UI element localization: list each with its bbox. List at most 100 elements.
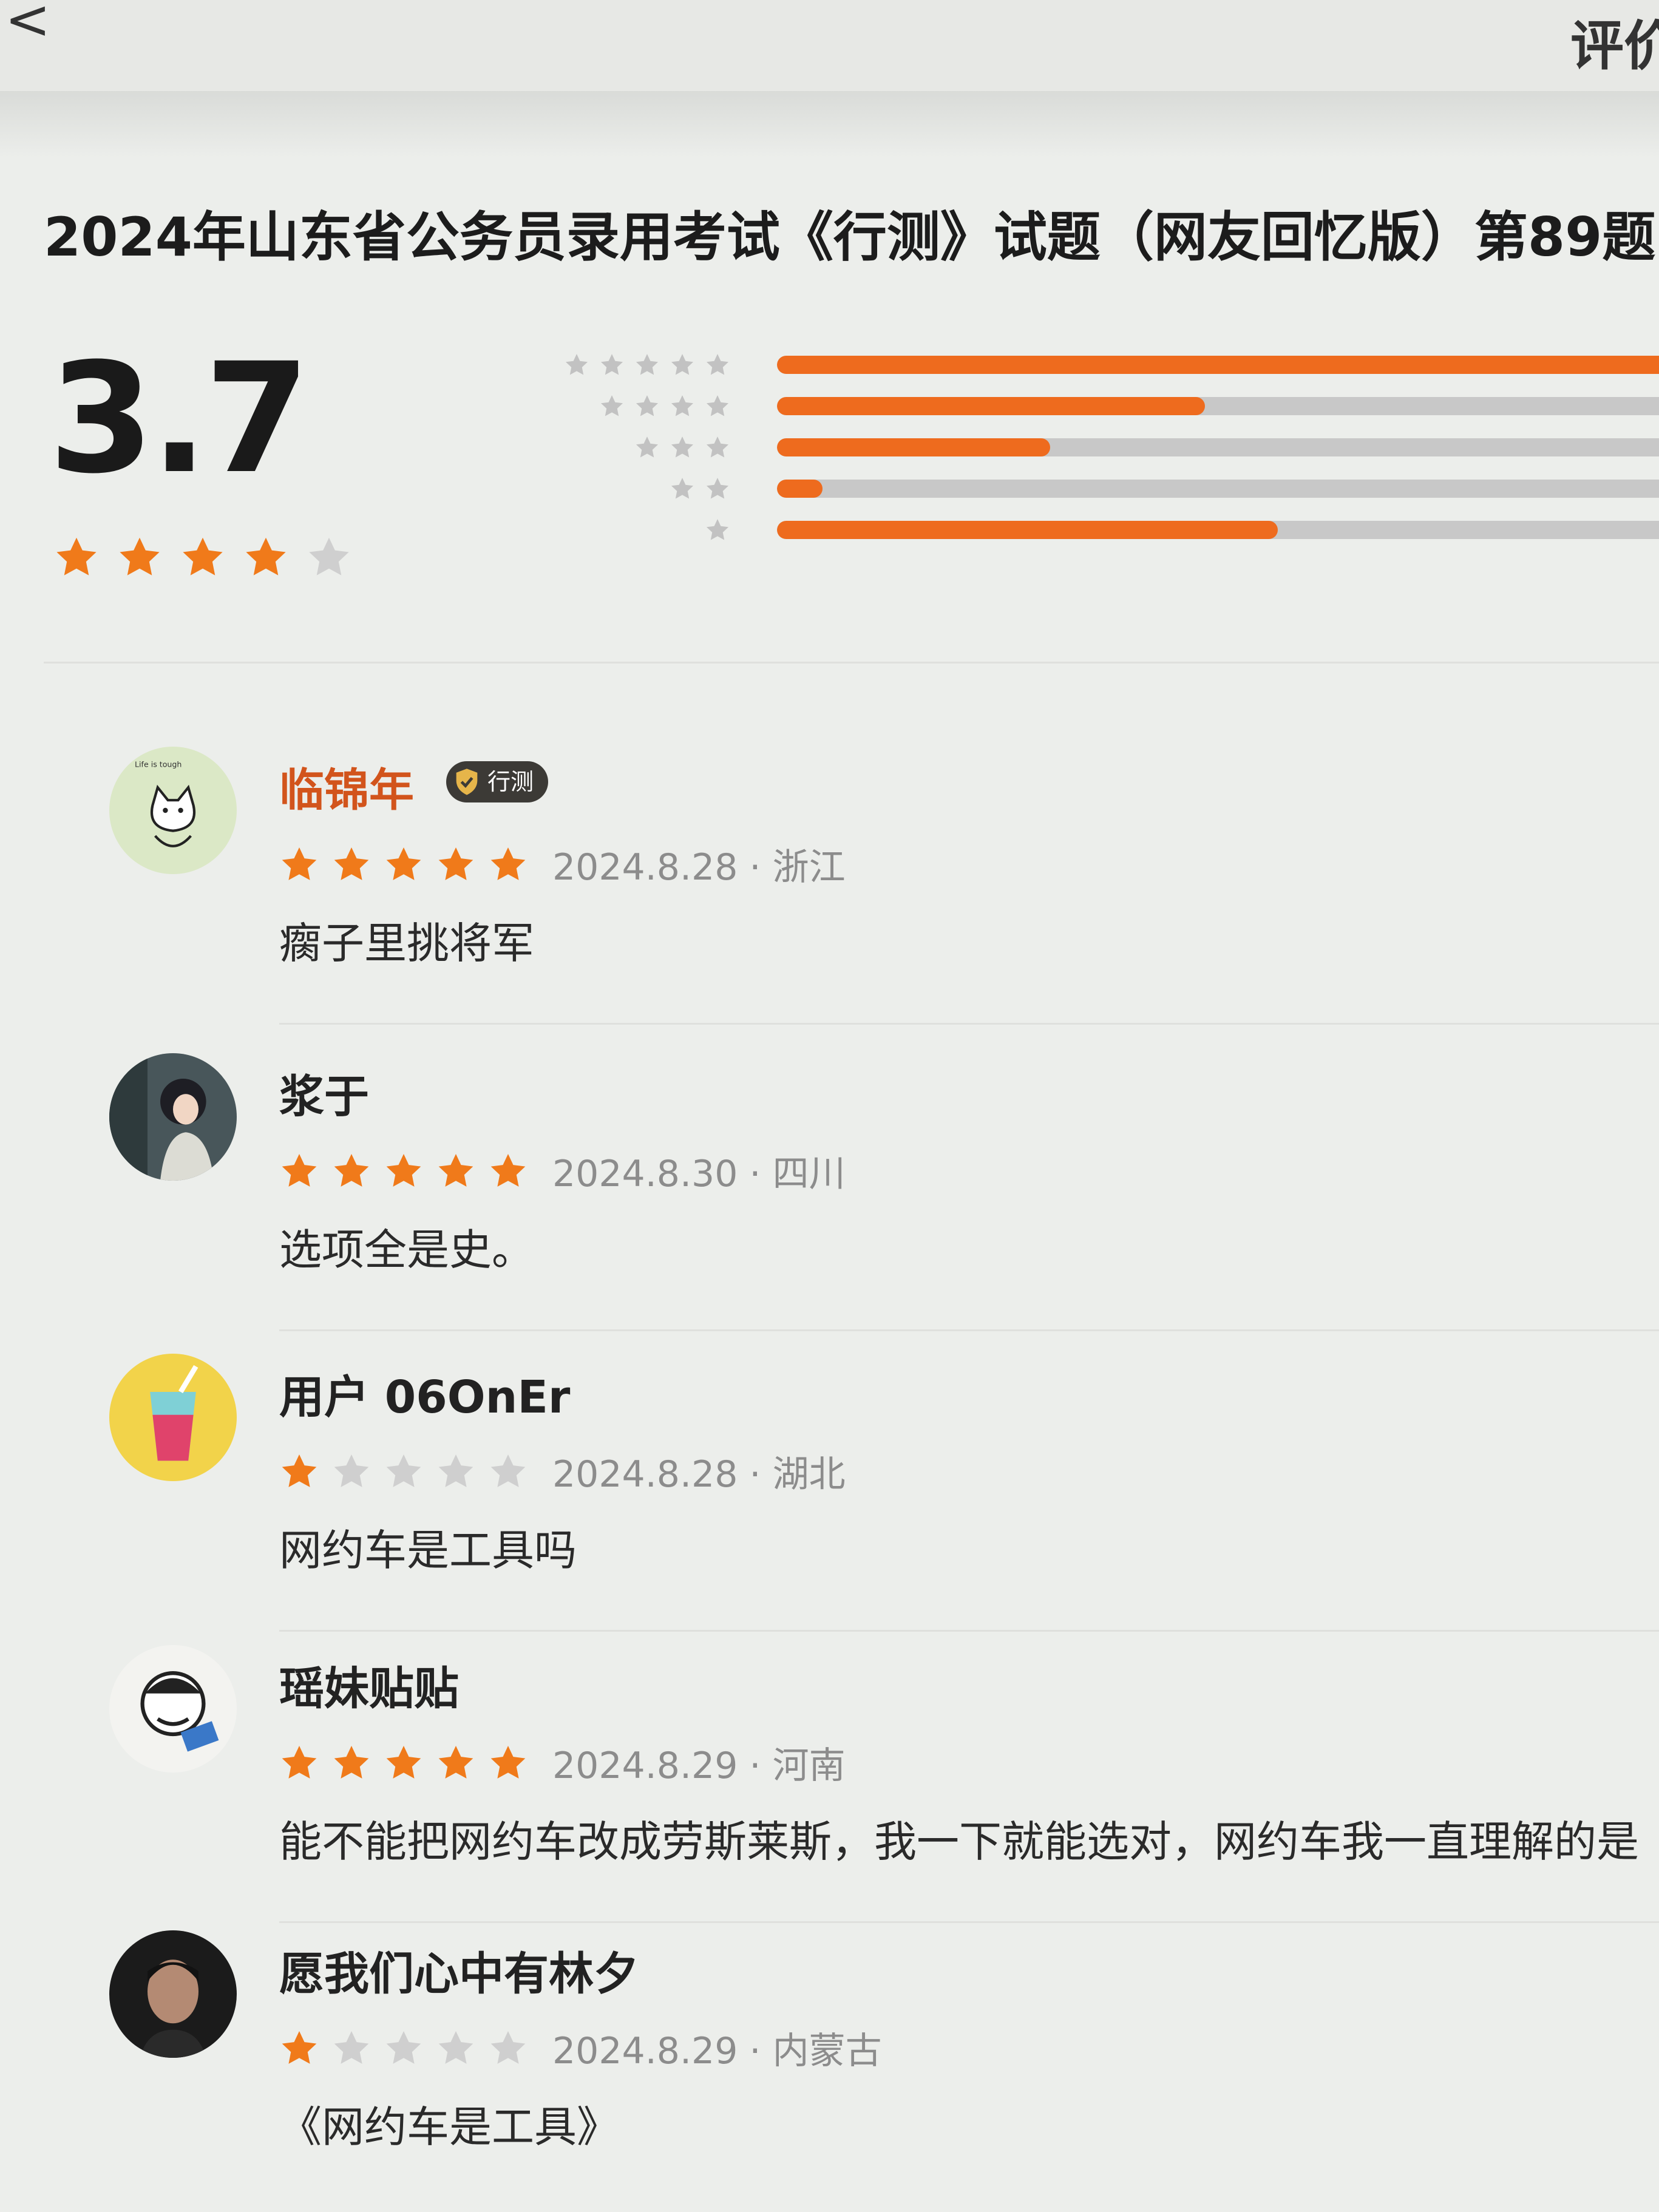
review-item: 浆于 2024.8.30 · 四川 选项全是史。 — [109, 1053, 1659, 1308]
star-filled-icon — [490, 1153, 526, 1187]
avatar[interactable] — [109, 1053, 237, 1181]
star-filled-icon — [282, 1745, 317, 1779]
star-filled-icon — [490, 1745, 526, 1779]
star-filled-icon — [183, 537, 223, 575]
review-meta: 2024.8.30 · 四川 — [279, 1144, 846, 1197]
distribution-row — [577, 387, 1659, 427]
question-title: 2024年山东省公务员录用考试《行测》试题（网友回忆版）第89题 — [44, 206, 1656, 268]
star-filled-icon — [438, 1153, 473, 1187]
star-filled-icon — [246, 537, 286, 575]
star-icon — [706, 478, 729, 499]
distribution-stars — [564, 352, 730, 378]
review-item: 瑶妹贴贴 2024.8.29 · 河南能不能把网约车改成劳斯莱斯，我一下就能选对，… — [109, 1645, 1659, 1900]
distribution-row — [565, 346, 1659, 386]
divider — [279, 1630, 1659, 1632]
star-icon — [600, 395, 623, 416]
header-shadow — [0, 91, 1659, 158]
divider — [279, 1329, 1659, 1331]
star-filled-icon — [334, 1745, 369, 1779]
avatar[interactable] — [109, 1354, 237, 1481]
average-score: 3.7 — [49, 330, 310, 507]
distribution-bar-fill — [777, 438, 1050, 456]
star-filled-icon — [334, 1153, 369, 1187]
star-filled-icon — [438, 847, 473, 880]
subject-badge: 行测 — [446, 761, 549, 802]
star-filled-icon — [386, 1745, 421, 1779]
star-icon — [706, 436, 729, 458]
distribution-bar — [777, 356, 1659, 374]
review-date-location: 2024.8.29 · 河南 — [552, 1745, 846, 1787]
star-filled-icon — [386, 847, 421, 880]
star-filled-icon — [282, 1153, 317, 1187]
avatar[interactable] — [109, 1645, 237, 1773]
reviewer-name[interactable]: 瑶妹贴贴 — [279, 1652, 459, 1717]
back-arrow-icon[interactable]: < — [5, 0, 50, 52]
distribution-stars — [705, 517, 730, 543]
star-filled-icon — [56, 537, 97, 575]
review-date-location: 2024.8.28 · 浙江 — [552, 846, 846, 889]
avatar[interactable]: Life is tough — [109, 747, 237, 874]
review-meta: 2024.8.28 · 浙江 — [279, 838, 846, 891]
review-date-location: 2024.8.29 · 内蒙古 — [552, 2030, 882, 2072]
star-icon — [671, 478, 694, 499]
star-empty-icon — [386, 1454, 421, 1487]
review-item: 用户 06OnEr 2024.8.28 · 湖北网约车是工具吗 — [109, 1354, 1659, 1609]
review-item: 愿我们心中有林夕 2024.8.29 · 内蒙古《网约车是工具》 — [109, 1930, 1659, 2185]
star-empty-icon — [386, 2030, 421, 2064]
review-text: 《网约车是工具》 — [279, 2102, 619, 2152]
distribution-stars — [670, 476, 730, 501]
star-icon — [706, 354, 729, 375]
review-meta: 2024.8.29 · 河南 — [279, 1736, 846, 1789]
review-text: 网约车是工具吗 — [279, 1525, 577, 1575]
review-text: 瘸子里挑将军 — [279, 918, 534, 968]
review-text: 选项全是史。 — [279, 1225, 534, 1275]
star-filled-icon — [120, 537, 160, 575]
distribution-row — [577, 511, 1659, 551]
distribution-bar-fill — [777, 397, 1205, 415]
reviewer-name[interactable]: 愿我们心中有林夕 — [279, 1938, 639, 2003]
star-filled-icon — [490, 847, 526, 880]
star-empty-icon — [334, 1454, 369, 1487]
average-stars — [53, 534, 352, 580]
review-stars — [279, 844, 528, 884]
review-item: Life is tough 临锦年 行测 2024.8.28 · 浙江 瘸子里挑将军 — [109, 747, 1659, 1002]
review-date-location: 2024.8.30 · 四川 — [552, 1153, 846, 1195]
distribution-bar-fill — [777, 480, 823, 498]
star-filled-icon — [334, 847, 369, 880]
star-icon — [706, 519, 729, 540]
star-icon — [636, 436, 659, 458]
distribution-row — [577, 429, 1659, 469]
distribution-bar — [777, 521, 1659, 539]
distribution-stars — [634, 435, 730, 460]
divider — [279, 1921, 1659, 1923]
distribution-stars — [599, 393, 730, 419]
star-filled-icon — [282, 2030, 317, 2064]
star-empty-icon — [490, 1454, 526, 1487]
svg-text:Life is tough: Life is tough — [135, 760, 182, 769]
review-stars — [279, 1451, 528, 1491]
review-stars — [279, 1743, 528, 1783]
star-icon — [565, 354, 588, 375]
divider — [44, 662, 1659, 663]
star-icon — [671, 354, 694, 375]
star-icon — [671, 395, 694, 416]
star-icon — [706, 395, 729, 416]
reviewer-name[interactable]: 浆于 — [279, 1060, 369, 1125]
reviewer-name[interactable]: 用户 06OnEr — [279, 1361, 570, 1426]
star-icon — [600, 354, 623, 375]
reviewer-name[interactable]: 临锦年 — [279, 754, 414, 819]
star-empty-icon — [334, 2030, 369, 2064]
distribution-bar — [777, 438, 1659, 456]
star-empty-icon — [438, 1454, 473, 1487]
star-empty-icon — [438, 2030, 473, 2064]
star-empty-icon — [309, 537, 349, 575]
star-filled-icon — [282, 1454, 317, 1487]
header-title: 评价 — [1570, 15, 1659, 77]
review-meta: 2024.8.29 · 内蒙古 — [279, 2021, 882, 2074]
review-text: 能不能把网约车改成劳斯莱斯，我一下就能选对，网约车我一直理解的是 — [279, 1817, 1639, 1867]
star-empty-icon — [490, 2030, 526, 2064]
review-date-location: 2024.8.28 · 湖北 — [552, 1453, 846, 1496]
distribution-bar — [777, 480, 1659, 498]
avatar[interactable] — [109, 1930, 237, 2058]
distribution-row — [577, 470, 1659, 510]
